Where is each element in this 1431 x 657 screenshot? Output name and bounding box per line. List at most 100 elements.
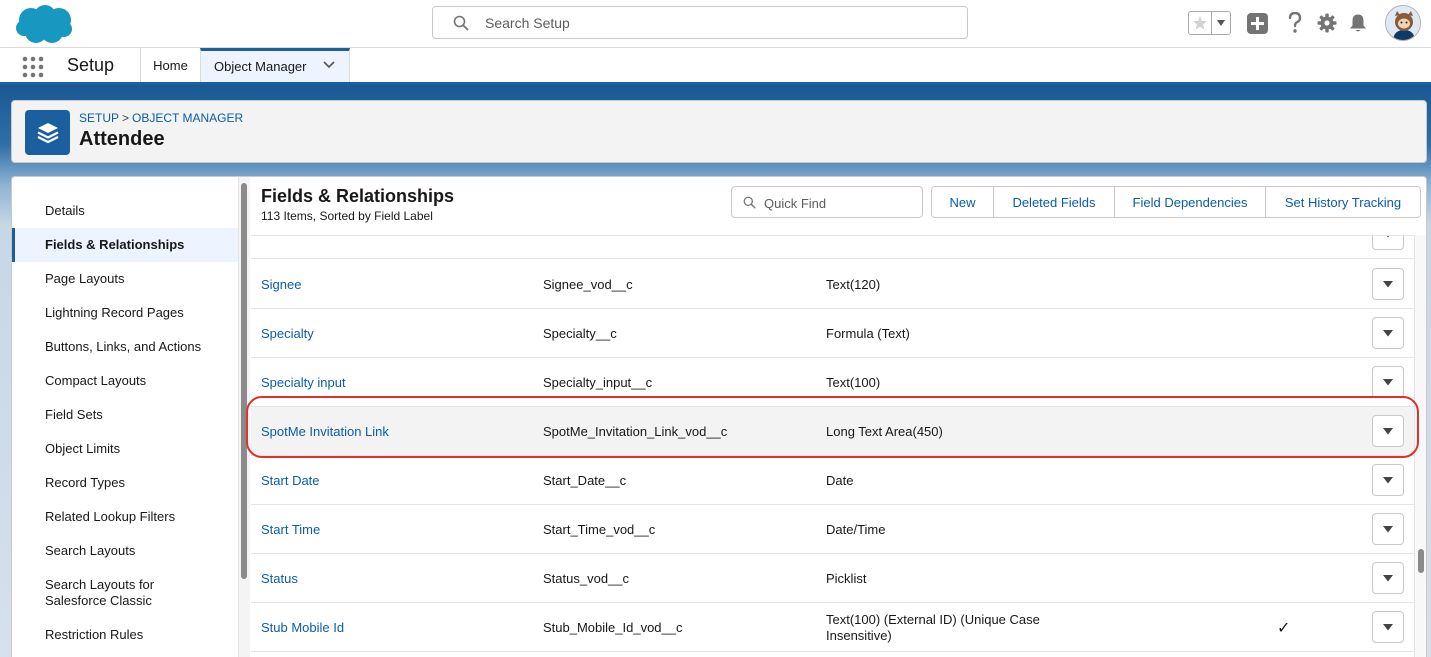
object-icon (25, 110, 70, 155)
row-actions-button[interactable] (1372, 317, 1404, 349)
field-api-name: Signee_vod__c (543, 277, 633, 292)
table-row: Stub Mobile Id Stub_Mobile_Id_vod__c Tex… (251, 603, 1414, 652)
breadcrumb-separator: > (122, 111, 130, 125)
breadcrumb-object-manager[interactable]: OBJECT MANAGER (132, 111, 243, 125)
field-api-name: Specialty_input__c (543, 375, 653, 390)
field-label-link[interactable]: Status (261, 571, 298, 586)
row-actions-button[interactable] (1372, 268, 1404, 300)
field-label-link[interactable]: Stub Mobile Id (261, 620, 344, 635)
chevron-down-icon[interactable] (323, 61, 335, 69)
context-bar: Setup Home Object Manager (0, 48, 1431, 85)
global-actions-button[interactable] (1246, 12, 1268, 34)
field-dependencies-button[interactable]: Field Dependencies (1114, 187, 1265, 217)
sidebar-item-search-layouts[interactable]: Search Layouts (12, 543, 238, 559)
field-api-name: Specialty__c (543, 326, 617, 341)
help-button[interactable] (1284, 12, 1306, 34)
salesforce-logo-icon[interactable] (14, 3, 74, 45)
content-subtitle: 113 Items, Sorted by Field Label (261, 209, 433, 223)
table-scrollbar[interactable] (1414, 235, 1426, 657)
sidebar-item-details[interactable]: Details (12, 203, 238, 219)
star-icon (1193, 16, 1208, 30)
field-api-name: Start_Time_vod__c (543, 522, 656, 537)
sidebar-item-fields-relationships[interactable]: Fields & Relationships (12, 228, 238, 262)
table-row: Specialty input Specialty_input__c Text(… (251, 358, 1414, 407)
caret-down-icon (1383, 280, 1393, 287)
row-actions-button[interactable] (1372, 513, 1404, 545)
sidebar-item-restriction-rules[interactable]: Restriction Rules (12, 627, 238, 643)
quick-find-input[interactable] (764, 193, 914, 213)
sidebar-item-buttons-links-actions[interactable]: Buttons, Links, and Actions (12, 339, 238, 355)
field-data-type: Date/Time (826, 522, 886, 537)
sidebar-item-related-lookup-filters[interactable]: Related Lookup Filters (12, 509, 238, 525)
new-button[interactable]: New (932, 187, 993, 217)
caret-down-icon (1383, 574, 1393, 581)
table-row-highlighted: SpotMe Invitation Link SpotMe_Invitation… (251, 407, 1414, 456)
page-title: Attendee (79, 128, 165, 150)
row-actions-button[interactable] (1372, 415, 1404, 447)
sidebar-item-field-sets[interactable]: Field Sets (12, 407, 238, 423)
search-box[interactable] (432, 6, 968, 39)
content-title: Fields & Relationships (261, 186, 455, 206)
field-data-type: Text(100) (External ID) (Unique Case Ins… (826, 612, 1040, 643)
field-data-type: Text(120) (826, 277, 881, 292)
action-button-group: New Deleted Fields Field Dependencies Se… (931, 186, 1421, 218)
user-avatar[interactable] (1385, 5, 1421, 41)
sidebar-item-object-limits[interactable]: Object Limits (12, 441, 238, 457)
plus-icon (1246, 12, 1268, 34)
caret-down-icon (1383, 329, 1393, 336)
favorites-dropdown-button[interactable] (1212, 12, 1230, 34)
caret-down-icon (1383, 427, 1393, 434)
bell-icon (1350, 14, 1366, 32)
caret-down-icon (1383, 476, 1393, 483)
astro-avatar-icon (1386, 6, 1420, 40)
fields-content: Fields & Relationships 113 Items, Sorted… (251, 177, 1426, 657)
deleted-fields-button[interactable]: Deleted Fields (993, 187, 1114, 217)
field-label-link[interactable]: Specialty input (261, 375, 346, 390)
row-actions-button[interactable] (1372, 611, 1404, 643)
sidebar-item-page-layouts[interactable]: Page Layouts (12, 271, 238, 287)
table-scrollbar-thumb[interactable] (1418, 549, 1424, 573)
main-panel: Details Fields & Relationships Page Layo… (11, 176, 1427, 657)
app-name: Setup (67, 55, 115, 75)
layers-icon (37, 122, 58, 143)
sidebar-item-lightning-record-pages[interactable]: Lightning Record Pages (12, 305, 238, 321)
row-actions-button[interactable] (1372, 236, 1404, 250)
sidebar-item-record-types[interactable]: Record Types (12, 475, 238, 491)
field-label-link[interactable]: Start Time (261, 522, 320, 537)
tab-home-label: Home (153, 57, 188, 73)
tab-object-manager-label: Object Manager (214, 59, 307, 74)
setup-gear-button[interactable] (1316, 12, 1338, 34)
search-icon (743, 196, 756, 209)
sidebar-scrollbar-thumb[interactable] (241, 183, 247, 579)
field-label-link[interactable]: Signee (261, 277, 301, 292)
search-input[interactable] (485, 13, 955, 33)
app-launcher-icon[interactable] (22, 56, 44, 78)
row-actions-button[interactable] (1372, 562, 1404, 594)
quick-find-box[interactable] (731, 186, 923, 218)
search-icon (453, 15, 469, 31)
sidebar-item-compact-layouts[interactable]: Compact Layouts (12, 373, 238, 389)
row-actions-button[interactable] (1372, 366, 1404, 398)
tab-home[interactable]: Home (140, 48, 200, 82)
field-label-link[interactable]: SpotMe Invitation Link (261, 424, 389, 439)
field-label-link[interactable]: Start Date (261, 473, 320, 488)
object-sidebar: Details Fields & Relationships Page Layo… (12, 177, 238, 657)
gear-icon (1317, 13, 1337, 33)
field-data-type: Formula (Text) (826, 326, 910, 341)
field-api-name: SpotMe_Invitation_Link_vod__c (543, 424, 728, 439)
breadcrumb-setup[interactable]: SETUP (79, 111, 119, 125)
tab-object-manager[interactable]: Object Manager (200, 48, 350, 82)
favorites-star-button[interactable] (1189, 12, 1213, 34)
favorites-control[interactable] (1188, 11, 1231, 35)
indexed-checkmark-icon: ✓ (1277, 620, 1291, 637)
caret-down-icon (1387, 236, 1389, 237)
field-api-name: Status_vod__c (543, 571, 630, 586)
notifications-button[interactable] (1347, 12, 1369, 34)
field-label-link[interactable]: Specialty (261, 326, 314, 341)
sidebar-item-search-layouts-classic[interactable]: Search Layouts for Salesforce Classic (12, 577, 238, 609)
set-history-tracking-button[interactable]: Set History Tracking (1265, 187, 1420, 217)
question-icon (1288, 12, 1302, 33)
page-header: SETUP > OBJECT MANAGER Attendee (11, 100, 1427, 163)
field-data-type: Date (826, 473, 854, 488)
row-actions-button[interactable] (1372, 464, 1404, 496)
